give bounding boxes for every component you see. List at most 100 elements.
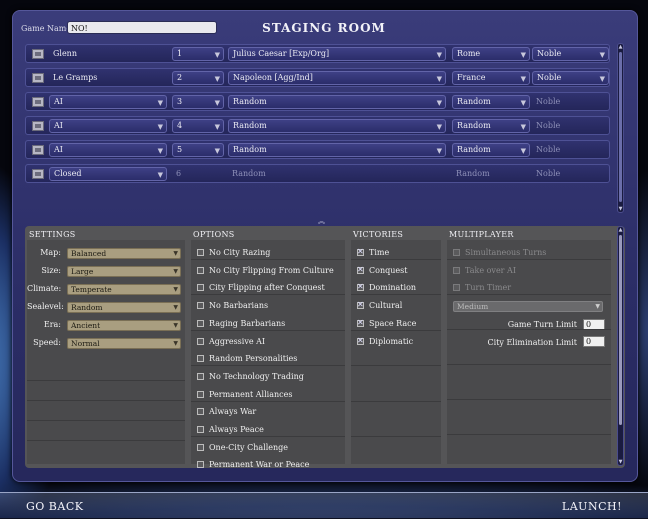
go-back-button[interactable]: GO BACK	[26, 500, 83, 513]
scroll-up-arrow-icon[interactable]: ▲	[618, 227, 623, 233]
team-dropdown[interactable]: 4 ▼	[172, 119, 224, 133]
checkbox-label: No Barbarians	[209, 301, 269, 311]
checkbox-option[interactable]: Take over AI	[453, 266, 516, 275]
scroll-down-arrow-icon[interactable]: ▼	[618, 206, 623, 212]
player-row: Glenn 1 ▼ Julius Caesar [Exp/Org] ▼ Rome ▼ Nobl…	[25, 44, 610, 63]
checkbox-option[interactable]: Always War	[197, 407, 256, 416]
checkbox-option[interactable]: Conquest	[357, 265, 407, 275]
leader-dropdown[interactable]: Julius Caesar [Exp/Org] ▼	[228, 47, 446, 61]
civ-value: Random	[456, 169, 490, 178]
setting-dropdown[interactable]: Random ▼	[67, 302, 181, 313]
checkbox-checked-icon[interactable]	[357, 247, 364, 256]
leader-dropdown[interactable]: Random ▼	[228, 95, 446, 109]
setting-dropdown[interactable]: Ancient ▼	[67, 320, 181, 331]
civ-dropdown[interactable]: Random ▼	[452, 95, 530, 109]
player-type-dropdown[interactable]: AI ▼	[49, 95, 167, 109]
checkbox-option[interactable]: Permanent Alliances	[197, 390, 292, 399]
leader-dropdown[interactable]: Random ▼	[228, 119, 446, 133]
chevron-down-icon: ▼	[436, 147, 442, 155]
launch-button[interactable]: LAUNCH!	[562, 500, 622, 513]
leader-dropdown[interactable]: Napoleon [Agg/Ind] ▼	[228, 71, 446, 85]
team-dropdown[interactable]: 3 ▼	[172, 95, 224, 109]
civ-dropdown[interactable]: Random ▼	[452, 143, 530, 157]
scroll-down-arrow-icon[interactable]: ▼	[618, 459, 623, 465]
settings-scrollbar[interactable]: ▲ ▼	[617, 226, 624, 466]
leader-value: Random	[233, 97, 267, 106]
checkbox-icon[interactable]	[453, 249, 460, 256]
checkbox-option[interactable]: Always Peace	[197, 425, 264, 434]
civ-dropdown[interactable]: Rome ▼	[452, 47, 530, 61]
setting-dropdown[interactable]: Normal ▼	[67, 338, 181, 349]
checkbox-option[interactable]: No City Flipping From Culture	[197, 266, 334, 275]
city-elimination-limit-input[interactable]: 0	[583, 336, 605, 347]
checkbox-option[interactable]: Turn Timer	[453, 283, 511, 292]
checkbox-icon[interactable]	[197, 266, 204, 274]
setting-dropdown[interactable]: Balanced ▼	[67, 248, 181, 259]
player-type-dropdown[interactable]: Closed ▼	[49, 167, 167, 181]
checkbox-icon[interactable]	[197, 372, 204, 380]
checkbox-option[interactable]: Raging Barbarians	[197, 319, 285, 328]
checkbox-icon[interactable]	[197, 443, 204, 451]
checkbox-checked-icon[interactable]	[357, 300, 364, 310]
checkbox-icon[interactable]	[197, 408, 204, 416]
checkbox-option[interactable]: Permanent War or Peace	[197, 460, 309, 469]
civ-dropdown[interactable]: Random ▼	[452, 119, 530, 133]
checkbox-option[interactable]: Simultaneous Turns	[453, 248, 546, 257]
checkbox-icon[interactable]	[197, 302, 204, 310]
difficulty-dropdown[interactable]: Noble ▼	[532, 71, 609, 85]
checkbox-icon[interactable]	[453, 266, 460, 274]
scrollbar-thumb[interactable]	[619, 52, 622, 202]
checkbox-icon[interactable]	[197, 284, 204, 292]
checkbox-icon[interactable]	[197, 355, 204, 363]
checkbox-icon[interactable]	[453, 284, 460, 291]
setting-dropdown[interactable]: Temperate ▼	[67, 284, 181, 295]
victories-body: Time Conquest Domination Cultural Space Race…	[351, 240, 441, 464]
row-divider	[191, 365, 345, 367]
checkbox-option[interactable]: Time	[357, 247, 389, 257]
checkbox-option[interactable]: No Technology Trading	[197, 372, 304, 381]
civ-dropdown[interactable]: France ▼	[452, 71, 530, 85]
chevron-down-icon: ▼	[214, 75, 220, 83]
checkbox-icon[interactable]	[197, 337, 204, 345]
player-list-scrollbar[interactable]: ▲ ▼	[617, 43, 624, 213]
checkbox-checked-icon[interactable]	[357, 318, 364, 327]
civ-value: Random	[457, 121, 491, 130]
player-type-dropdown[interactable]: AI ▼	[49, 143, 167, 157]
checkbox-label: One-City Challenge	[209, 442, 289, 452]
row-divider	[191, 400, 345, 402]
checkbox-icon[interactable]	[197, 461, 204, 469]
collapse-chevron-icon[interactable]: ︽	[318, 216, 325, 226]
team-dropdown[interactable]: 5 ▼	[172, 143, 224, 157]
checkbox-option[interactable]: Space Race	[357, 318, 416, 328]
checkbox-icon[interactable]	[197, 426, 204, 433]
difficulty-dropdown[interactable]: Noble ▼	[532, 47, 609, 61]
checkbox-option[interactable]: Random Personalities	[197, 354, 297, 363]
checkbox-option[interactable]: One-City Challenge	[197, 443, 288, 452]
scrollbar-thumb[interactable]	[619, 235, 622, 425]
row-divider	[191, 329, 345, 331]
leader-dropdown[interactable]: Random ▼	[228, 143, 446, 157]
checkbox-option[interactable]: City Flipping after Conquest	[197, 283, 325, 292]
team-dropdown[interactable]: 1 ▼	[172, 47, 224, 61]
checkbox-checked-icon[interactable]	[357, 265, 364, 274]
checkbox-checked-icon[interactable]	[357, 282, 364, 292]
checkbox-icon[interactable]	[197, 319, 204, 327]
checkbox-icon[interactable]	[197, 249, 204, 256]
checkbox-checked-icon[interactable]	[357, 336, 364, 345]
checkbox-icon[interactable]	[197, 390, 204, 398]
player-row: AI ▼ 3 ▼ Random ▼ Random ▼ Noble	[25, 92, 610, 111]
leader-value: Random	[233, 145, 267, 154]
checkbox-option[interactable]: No Barbarians	[197, 301, 268, 310]
turn-timer-speed-dropdown[interactable]: Medium ▼	[453, 301, 603, 312]
player-type-value: AI	[54, 145, 63, 154]
game-name-input[interactable]: NO!	[67, 21, 217, 34]
player-type-dropdown[interactable]: AI ▼	[49, 119, 167, 133]
checkbox-option[interactable]: Diplomatic	[357, 336, 413, 346]
checkbox-option[interactable]: Aggressive AI	[197, 337, 265, 346]
checkbox-option[interactable]: Cultural	[357, 300, 402, 310]
team-dropdown[interactable]: 2 ▼	[172, 71, 224, 85]
checkbox-option[interactable]: No City Razing	[197, 248, 270, 257]
scroll-up-arrow-icon[interactable]: ▲	[618, 44, 623, 50]
checkbox-option[interactable]: Domination	[357, 282, 416, 292]
setting-dropdown[interactable]: Large ▼	[67, 266, 181, 277]
